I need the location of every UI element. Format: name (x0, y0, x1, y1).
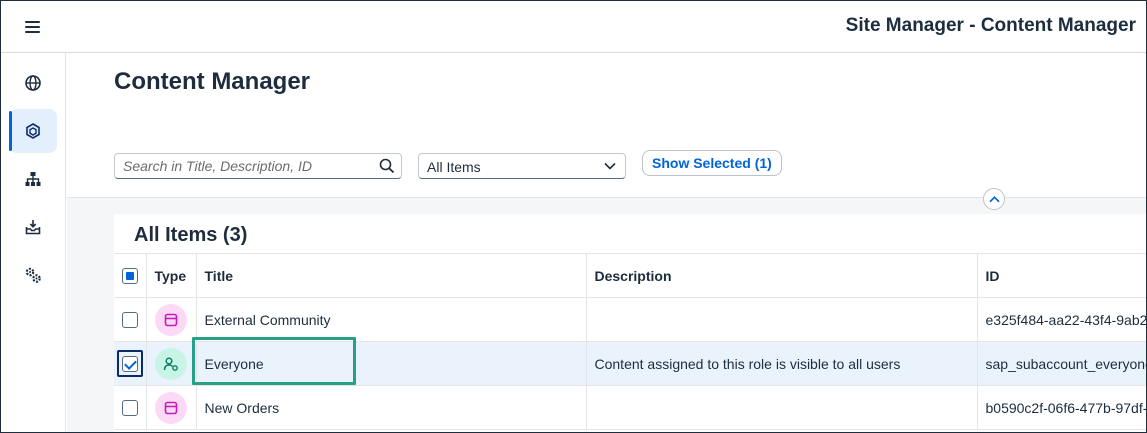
column-header-id[interactable]: ID (977, 253, 1146, 298)
id-cell: b0590c2f-06f6-477b-97df- (977, 385, 1146, 430)
title-cell: External Community (196, 297, 587, 342)
select-all-checkbox[interactable] (121, 268, 138, 285)
chevron-down-icon (604, 162, 616, 170)
nav-item-content-manager[interactable] (9, 109, 57, 153)
description-cell (586, 385, 978, 430)
type-cell (146, 385, 197, 430)
globe-icon (25, 75, 41, 91)
nav-item-sites[interactable] (9, 61, 57, 105)
description-cell: Content assigned to this role is visible… (586, 341, 978, 386)
settings-gears-icon (25, 267, 41, 283)
table-header-row: Type Title Description ID (114, 253, 1146, 298)
row-select-cell (114, 297, 147, 342)
id-cell: sap_subaccount_everyone (977, 341, 1146, 386)
hierarchy-icon (25, 172, 41, 186)
collapse-header-button[interactable] (983, 188, 1005, 210)
chevron-up-icon (988, 195, 1000, 202)
nav-item-settings[interactable] (9, 253, 57, 297)
type-cell (146, 297, 197, 342)
row-checkbox[interactable] (121, 312, 138, 329)
role-icon (154, 347, 187, 380)
description-cell (586, 297, 978, 342)
select-all-cell (114, 253, 147, 298)
nav-item-hierarchy[interactable] (9, 157, 57, 201)
show-selected-button[interactable]: Show Selected (1) (642, 150, 782, 176)
title-cell: Everyone (196, 341, 587, 386)
app-frame: Site Manager - Content Manager Content M… (0, 0, 1147, 433)
page-icon (154, 391, 187, 424)
id-cell: e325f484-aa22-43f4-9ab2 (977, 297, 1146, 342)
nav-item-inbox[interactable] (9, 205, 57, 249)
table-row[interactable]: Everyone Content assigned to this role i… (114, 341, 1146, 386)
type-cell (146, 341, 197, 386)
row-checkbox[interactable] (121, 400, 138, 417)
page-header: Content Manager All Items Show Selected … (67, 54, 1146, 198)
column-header-title[interactable]: Title (196, 253, 587, 298)
items-table: Type Title Description ID External Commu… (114, 253, 1146, 430)
main-content: Content Manager All Items Show Selected … (67, 54, 1146, 432)
inbox-download-icon (25, 220, 41, 235)
content-cube-icon (26, 123, 40, 139)
shell-header: Site Manager - Content Manager (1, 1, 1146, 53)
checkbox-focus-ring (116, 349, 143, 378)
row-checkbox[interactable] (121, 356, 138, 373)
title-cell: New Orders (196, 385, 587, 430)
app-title: Site Manager - Content Manager (845, 15, 1136, 36)
table-row[interactable]: External Community e325f484-aa22-43f4-9a… (114, 297, 1146, 342)
hamburger-icon[interactable] (23, 18, 43, 36)
table-row[interactable]: New Orders b0590c2f-06f6-477b-97df- (114, 385, 1146, 430)
row-select-cell (114, 341, 147, 386)
column-header-description[interactable]: Description (586, 253, 978, 298)
row-select-cell (114, 385, 147, 430)
search-field[interactable] (114, 153, 402, 179)
search-icon[interactable] (379, 158, 395, 174)
items-table-card: All Items (3) Type Title Description ID (114, 214, 1146, 432)
table-title: All Items (3) (134, 224, 248, 246)
items-filter-value: All Items (427, 159, 481, 175)
items-filter-select[interactable]: All Items (418, 153, 626, 179)
page-title: Content Manager (114, 68, 311, 95)
page-icon (154, 303, 187, 336)
column-header-type[interactable]: Type (146, 253, 197, 298)
search-input[interactable] (115, 154, 373, 178)
side-navigation (1, 53, 66, 432)
